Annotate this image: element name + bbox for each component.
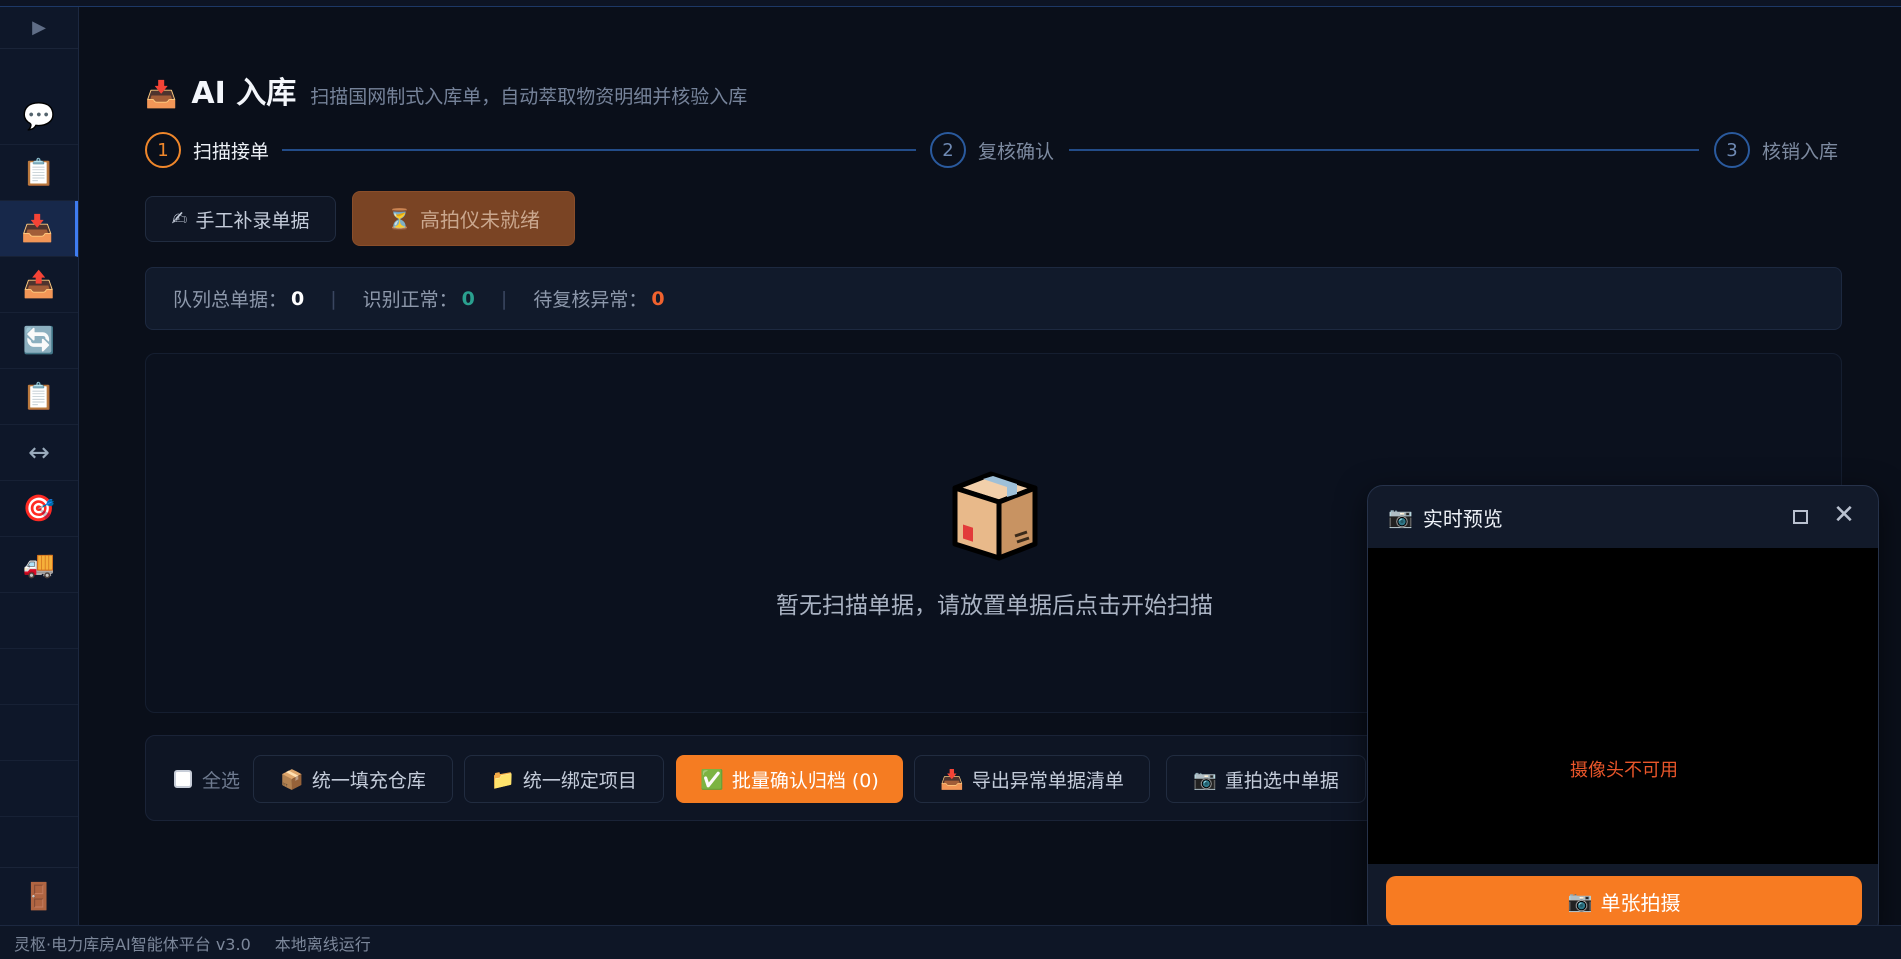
close-icon[interactable]: ✕ (1831, 501, 1857, 529)
step-review: 2 复核确认 (930, 132, 1054, 168)
sidebar-item-chat[interactable]: 💬 (0, 89, 78, 145)
camera-viewport: 摄像头不可用 (1368, 548, 1878, 864)
hourglass-icon: ⏳ (387, 206, 412, 231)
sidebar-item-outbound[interactable]: 📤 (0, 257, 78, 313)
batch-confirm-archive-button[interactable]: ✅ 批量确认归档 (0) (676, 755, 903, 803)
batch-confirm-label: 批量确认归档 (0) (731, 769, 879, 792)
step-label: 核销入库 (1762, 140, 1839, 163)
single-capture-label: 单张拍摄 (1600, 890, 1681, 915)
left-right-arrow-icon: ↔ (28, 437, 50, 468)
writing-hand-icon: ✍ (171, 208, 188, 230)
step-label: 复核确认 (978, 140, 1055, 163)
export-abnormal-button[interactable]: 📥 导出异常单据清单 (914, 755, 1150, 803)
status-bar: 灵枢·电力库房AI智能体平台 v3.0 本地离线运行 (0, 925, 1901, 959)
target-icon: 🎯 (22, 493, 56, 524)
app-version: 灵枢·电力库房AI智能体平台 v3.0 (14, 934, 251, 954)
scanner-status-button[interactable]: ⏳ 高拍仪未就绪 (352, 191, 575, 246)
maximize-icon[interactable] (1793, 510, 1808, 524)
step-scan: 1 扫描接单 (145, 132, 269, 168)
select-all-label[interactable]: 全选 (202, 766, 240, 793)
total-label: 队列总单据： (173, 289, 288, 311)
select-all-checkbox[interactable] (174, 770, 192, 788)
step-number: 1 (145, 132, 181, 168)
door-icon: 🚪 (22, 881, 56, 912)
stepper: 1 扫描接单 2 复核确认 3 核销入库 (145, 132, 1842, 168)
camera-icon: 📷 (1567, 889, 1593, 913)
inbox-tray-icon: 📥 (145, 80, 178, 110)
sidebar-item-inbound[interactable]: 📥 (0, 201, 78, 257)
fill-warehouse-button[interactable]: 📦 统一填充仓库 (253, 755, 453, 803)
sidebar-toggle-button[interactable]: ▶ (0, 7, 78, 49)
page-header: 📥 AI 入库 扫描国网制式入库单，自动萃取物资明细并核验入库 (145, 68, 747, 112)
top-border (0, 0, 1901, 7)
live-preview-panel: 📷 实时预览 ✕ 摄像头不可用 📷 单张拍摄 (1367, 485, 1879, 937)
retake-selected-button[interactable]: 📷 重拍选中单据 (1166, 755, 1366, 803)
sidebar-spacer (0, 593, 78, 649)
total-value: 0 (291, 287, 305, 310)
manual-entry-button[interactable]: ✍ 手工补录单据 (145, 196, 336, 242)
bind-project-button[interactable]: 📁 统一绑定项目 (464, 755, 664, 803)
sidebar-spacer (0, 761, 78, 817)
queue-stats: 队列总单据： 0 | 识别正常： 0 | 待复核异常： 0 (145, 267, 1842, 330)
single-capture-button[interactable]: 📷 单张拍摄 (1386, 876, 1862, 926)
step-connector (1069, 149, 1699, 151)
ok-value: 0 (461, 287, 475, 310)
abnormal-value: 0 (651, 287, 665, 310)
sidebar-item-target[interactable]: 🎯 (0, 481, 78, 537)
step-number: 2 (930, 132, 966, 168)
preview-title: 实时预览 (1422, 506, 1503, 531)
outbox-tray-icon: 📤 (22, 269, 56, 300)
page-subtitle: 扫描国网制式入库单，自动萃取物资明细并核验入库 (310, 86, 748, 108)
export-abnormal-label: 导出异常单据清单 (971, 769, 1124, 792)
ok-label: 识别正常： (362, 289, 458, 311)
check-mark-icon: ✅ (700, 768, 724, 791)
inbox-tray-icon: 📥 (21, 213, 54, 244)
logout-button[interactable]: 🚪 (0, 867, 78, 925)
package-icon (952, 471, 1038, 561)
sidebar-spacer (0, 705, 78, 761)
sidebar-item-transfer[interactable]: ↔ (0, 425, 78, 481)
truck-icon: 🚚 (22, 549, 56, 580)
chat-icon: 💬 (22, 101, 56, 132)
inbox-tray-icon: 📥 (940, 768, 964, 791)
scanner-status-label: 高拍仪未就绪 (419, 208, 540, 232)
sidebar-item-sync[interactable]: 🔄 (0, 313, 78, 369)
retake-selected-label: 重拍选中单据 (1224, 769, 1339, 792)
bind-project-label: 统一绑定项目 (522, 769, 637, 792)
run-mode: 本地离线运行 (274, 934, 371, 954)
abnormal-label: 待复核异常： (533, 289, 648, 311)
divider: | (330, 287, 337, 310)
camera-icon: 📷 (1388, 505, 1413, 529)
sidebar-spacer (0, 649, 78, 705)
sidebar: ▶ 💬 📋 📥 📤 🔄 📋 ↔ 🎯 🚚 🚪 (0, 7, 79, 925)
camera-icon: 📷 (1193, 768, 1217, 791)
clipboard-icon: 📋 (22, 157, 56, 188)
step-write-off: 3 核销入库 (1714, 132, 1838, 168)
sidebar-item-truck[interactable]: 🚚 (0, 537, 78, 593)
divider: | (500, 287, 508, 310)
sidebar-item-clipboard[interactable]: 📋 (0, 145, 78, 201)
clipboard-icon: 📋 (22, 381, 56, 412)
sidebar-item-clipboard-2[interactable]: 📋 (0, 369, 78, 425)
fill-warehouse-label: 统一填充仓库 (311, 769, 426, 792)
sync-icon: 🔄 (22, 325, 56, 356)
step-label: 扫描接单 (193, 140, 270, 163)
folder-icon: 📁 (491, 768, 515, 791)
step-connector (282, 149, 916, 151)
play-icon: ▶ (32, 17, 46, 38)
camera-error: 摄像头不可用 (1570, 760, 1678, 781)
page-title: AI 入库 (191, 76, 297, 111)
step-number: 3 (1714, 132, 1750, 168)
package-icon: 📦 (280, 768, 304, 791)
manual-entry-label: 手工补录单据 (195, 209, 310, 232)
